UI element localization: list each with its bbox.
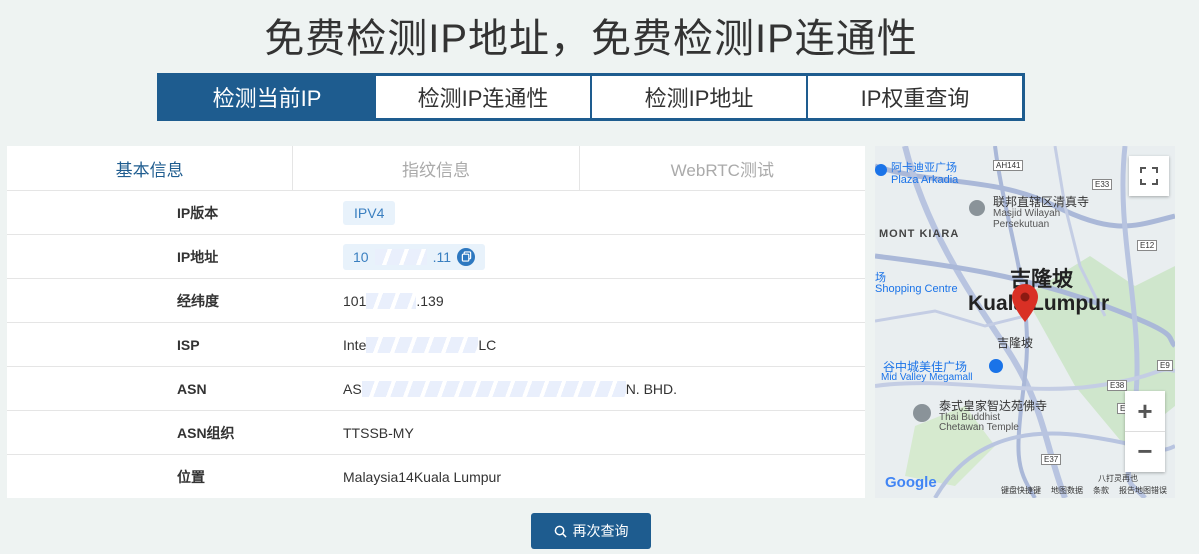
subtab-basic-info[interactable]: 基本信息 [7, 146, 292, 190]
tab-current-ip[interactable]: 检测当前IP [160, 76, 374, 118]
map-label: Plaza Arkadia [891, 174, 959, 186]
temple-pin-icon [913, 404, 931, 422]
row-value: 10 .11 [343, 243, 486, 270]
asn-end: N. BHD. [625, 380, 678, 397]
row-label: ASN组织 [177, 424, 235, 441]
terms-link[interactable]: 条款 [1093, 485, 1109, 496]
row-value: TTSSB-MY [343, 424, 414, 441]
isp-start: Inte [343, 336, 367, 353]
subtab-fingerprint[interactable]: 指纹信息 [292, 146, 578, 190]
row-isp: ISP Inte LC [7, 323, 865, 367]
row-coordinates: 经纬度 101 .139 [7, 279, 865, 323]
location-map[interactable]: AH141 E33 E12 E9 E38 E20 E37 阿卡迪亚广场 Plaz… [875, 146, 1175, 498]
road-badge: E9 [1157, 360, 1173, 371]
road-badge: E12 [1137, 240, 1158, 251]
row-ip-address: IP地址 10 .11 [7, 235, 865, 279]
map-footer: 键盘快捷键 地图数据 条款 报告地图错误 [875, 482, 1175, 498]
map-label: 吉隆坡 [997, 336, 1034, 350]
road-badge: AH141 [993, 160, 1024, 171]
coordinates-end: .139 [416, 292, 444, 309]
ip-address-end: .11 [432, 248, 452, 265]
tab-ip-connectivity[interactable]: 检测IP连通性 [374, 76, 590, 118]
map-label: MONT KIARA [879, 228, 960, 240]
row-label: IP地址 [177, 248, 219, 265]
road-badge: E37 [1041, 454, 1062, 465]
info-subtabs: 基本信息 指纹信息 WebRTC测试 [7, 146, 865, 191]
redaction-mask [361, 380, 626, 397]
ip-address-badge: 10 .11 [343, 243, 486, 270]
shopping-pin-icon [989, 359, 1003, 373]
row-label: 经纬度 [177, 292, 219, 309]
location-marker-icon[interactable] [1012, 284, 1038, 322]
row-ip-version: IP版本 IPV4 [7, 191, 865, 235]
page-title: 免费检测IP地址，免费检测IP连通性 [264, 17, 918, 61]
redaction-mask [366, 292, 417, 309]
keyboard-shortcuts-link[interactable]: 键盘快捷键 [1001, 485, 1041, 496]
ip-version-badge: IPV4 [343, 200, 396, 225]
coordinates-start: 101 [343, 292, 367, 309]
map-label: Masjid Wilayah [993, 208, 1061, 219]
zoom-controls: + − [1125, 391, 1165, 472]
search-again-button[interactable]: 再次查询 [531, 513, 651, 549]
zoom-out-button[interactable]: − [1125, 432, 1165, 472]
tab-ip-weight[interactable]: IP权重查询 [806, 76, 1022, 118]
row-asn: ASN AS N. BHD. [7, 367, 865, 411]
fullscreen-button[interactable] [1129, 156, 1169, 196]
map-data-link[interactable]: 地图数据 [1051, 485, 1083, 496]
map-label: Chetawan Temple [939, 422, 1019, 433]
map-label: Mid Valley Megamall [881, 372, 973, 383]
search-again-label: 再次查询 [572, 523, 629, 539]
row-label: IP版本 [177, 204, 219, 221]
row-value: Malaysia14Kuala Lumpur [343, 469, 501, 485]
zoom-in-button[interactable]: + [1125, 392, 1165, 432]
redaction-mask [374, 248, 427, 265]
tab-ip-address[interactable]: 检测IP地址 [590, 76, 806, 118]
report-error-link[interactable]: 报告地图错误 [1119, 485, 1167, 496]
row-asn-org: ASN组织 TTSSB-MY [7, 411, 865, 455]
search-icon [554, 525, 567, 538]
map-label: Shopping Centre [875, 283, 958, 295]
row-value: AS N. BHD. [343, 380, 678, 397]
row-value: IPV4 [343, 200, 396, 225]
fullscreen-icon [1140, 167, 1158, 185]
row-value: 101 .139 [343, 292, 444, 309]
map-label: Persekutuan [993, 219, 1050, 230]
copy-icon[interactable] [457, 247, 476, 266]
row-label: 位置 [177, 469, 205, 485]
row-location: 位置 Malaysia14Kuala Lumpur [7, 455, 865, 499]
mosque-pin-icon [969, 200, 985, 216]
subtab-webrtc[interactable]: WebRTC测试 [578, 146, 865, 190]
shopping-pin-icon [875, 164, 887, 176]
ip-address-start: 10 [353, 248, 369, 265]
map-label: 阿卡迪亚广场 [891, 162, 957, 174]
row-value: Inte LC [343, 336, 497, 353]
info-panel: 基本信息 指纹信息 WebRTC测试 IP版本 IPV4 IP地址 10 .11… [7, 146, 865, 498]
road-badge: E38 [1107, 380, 1128, 391]
row-label: ISP [177, 336, 200, 353]
redaction-mask [366, 336, 479, 353]
row-label: ASN [177, 380, 207, 397]
asn-start: AS [343, 380, 362, 397]
isp-end: LC [478, 336, 497, 353]
map-city-label-en: Kuala Lumpur [968, 292, 1110, 315]
road-badge: E33 [1092, 179, 1113, 190]
main-tabs: 检测当前IP 检测IP连通性 检测IP地址 IP权重查询 [157, 73, 1025, 121]
